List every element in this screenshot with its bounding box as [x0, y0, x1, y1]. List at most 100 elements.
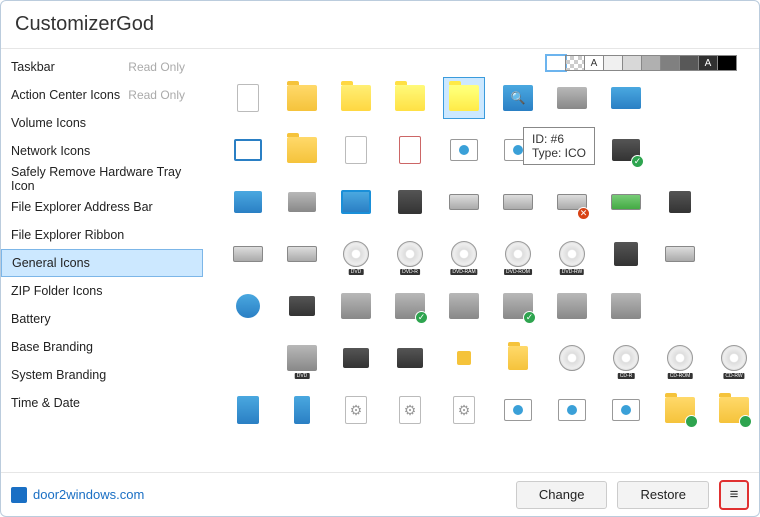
sidebar-item-taskbar[interactable]: TaskbarRead Only: [1, 53, 203, 81]
bg-swatch[interactable]: [717, 55, 737, 71]
folder-empty-icon: [395, 85, 425, 111]
icon-video-file-ok[interactable]: ✓: [605, 129, 647, 171]
icon-cd[interactable]: [551, 337, 593, 379]
icon-blank-doc[interactable]: [227, 77, 269, 119]
icon-clipboard[interactable]: [227, 389, 269, 431]
icon-settings-doc[interactable]: [335, 389, 377, 431]
icon-printer-folder[interactable]: [281, 181, 323, 223]
icon-drive-2[interactable]: [497, 181, 539, 223]
icon-drive-error[interactable]: ✕: [551, 181, 593, 223]
icon-hdd-win[interactable]: [281, 233, 323, 275]
icon-dvd-ram[interactable]: DVD-RAM: [443, 233, 485, 275]
sidebar-item-general-icons[interactable]: General Icons: [1, 249, 203, 277]
icon-printer-3[interactable]: [443, 285, 485, 327]
sidebar-item-label: Volume Icons: [11, 116, 86, 130]
sidebar-item-network-icons[interactable]: Network Icons: [1, 137, 203, 165]
icon-folder-empty[interactable]: [389, 77, 431, 119]
sidebar-item-time-date[interactable]: Time & Date: [1, 389, 203, 417]
bg-swatch[interactable]: [565, 55, 585, 71]
icon-folder-open-alt[interactable]: [443, 77, 485, 119]
icon-dvd-disc[interactable]: DVD: [335, 233, 377, 275]
icon-image-1[interactable]: [497, 389, 539, 431]
bg-swatch[interactable]: [622, 55, 642, 71]
sidebar-item-base-branding[interactable]: Base Branding: [1, 333, 203, 361]
folder-open-icon: [341, 85, 371, 111]
icon-chip[interactable]: [659, 181, 701, 223]
icon-web-folder[interactable]: [659, 389, 701, 431]
sidebar-item-volume-icons[interactable]: Volume Icons: [1, 109, 203, 137]
picture-doc-icon: [450, 139, 478, 161]
sidebar-item-file-explorer-ribbon[interactable]: File Explorer Ribbon: [1, 221, 203, 249]
icon-recycle-full[interactable]: 🗑: [659, 285, 701, 327]
sidebar-item-safely-remove-hardware-tray-icon[interactable]: Safely Remove Hardware Tray Icon: [1, 165, 203, 193]
blue-folder-icon: [611, 87, 641, 109]
sidebar-item-label: Safely Remove Hardware Tray Icon: [11, 165, 193, 193]
icon-network-pc[interactable]: [227, 181, 269, 223]
icon-gray-folder[interactable]: [551, 77, 593, 119]
icon-printer-ok[interactable]: ✓: [389, 285, 431, 327]
bg-swatch[interactable]: [660, 55, 680, 71]
icon-printer-ok-2[interactable]: ✓: [497, 285, 539, 327]
icon-settings-doc-2[interactable]: [389, 389, 431, 431]
bg-swatch[interactable]: [546, 55, 566, 71]
icon-drive-green[interactable]: [605, 181, 647, 223]
icon-image-2[interactable]: [551, 389, 593, 431]
icon-cd-rw[interactable]: CD-RW: [713, 337, 755, 379]
icon-hdd[interactable]: [227, 233, 269, 275]
icon-printer-4[interactable]: [551, 285, 593, 327]
icon-dvd-rw[interactable]: DVD-RW: [551, 233, 593, 275]
icon-globe[interactable]: [227, 285, 269, 327]
gray-folder-icon: [557, 87, 587, 109]
icon-printer[interactable]: [335, 285, 377, 327]
icon-mp3-player[interactable]: [281, 389, 323, 431]
icon-program-window[interactable]: [227, 129, 269, 171]
icon-camcorder[interactable]: [281, 285, 323, 327]
restore-button[interactable]: Restore: [617, 481, 709, 509]
app-window: CustomizerGod TaskbarRead OnlyAction Cen…: [0, 0, 760, 517]
icon-floppy[interactable]: [389, 181, 431, 223]
icon-blue-folder[interactable]: [605, 77, 647, 119]
footer-link[interactable]: door2windows.com: [11, 487, 144, 503]
bg-swatch[interactable]: [679, 55, 699, 71]
change-button[interactable]: Change: [516, 481, 608, 509]
icon-folder-open[interactable]: [335, 77, 377, 119]
icon-row: ✕: [227, 181, 755, 223]
icon-camera[interactable]: [335, 337, 377, 379]
sidebar-item-file-explorer-address-bar[interactable]: File Explorer Address Bar: [1, 193, 203, 221]
icon-printer-5[interactable]: [605, 285, 647, 327]
icon-cd-rom[interactable]: CD-ROM: [659, 337, 701, 379]
icon-grid[interactable]: ID: #6 Type: ICO 🔍✓✕DVDDVD-RDVD-RAMDVD-R…: [203, 71, 759, 472]
icon-search-folder[interactable]: 🔍: [497, 77, 539, 119]
bg-swatch[interactable]: A: [584, 55, 604, 71]
hamburger-icon: ≡: [730, 486, 739, 503]
icon-dvd-rom[interactable]: DVD-ROM: [497, 233, 539, 275]
bg-swatch[interactable]: A: [698, 55, 718, 71]
bg-swatch[interactable]: [641, 55, 661, 71]
icon-dvd-r[interactable]: DVD-R: [389, 233, 431, 275]
icon-drive-alt[interactable]: [659, 233, 701, 275]
icon-cd-r[interactable]: CD-R: [605, 337, 647, 379]
icon-sd-card[interactable]: [497, 337, 539, 379]
icon-lock[interactable]: [443, 337, 485, 379]
sidebar-item-zip-folder-icons[interactable]: ZIP Folder Icons: [1, 277, 203, 305]
sidebar-item-action-center-icons[interactable]: Action Center IconsRead Only: [1, 81, 203, 109]
icon-mail-doc[interactable]: [389, 129, 431, 171]
status-badge: ✓: [631, 155, 644, 168]
icon-text-doc[interactable]: [335, 129, 377, 171]
icon-settings-doc-3[interactable]: [443, 389, 485, 431]
sidebar-item-system-branding[interactable]: System Branding: [1, 361, 203, 389]
icon-yellow-folder-2[interactable]: [281, 129, 323, 171]
icon-web-folder-2[interactable]: [713, 389, 755, 431]
icon-floppy-b[interactable]: [605, 233, 647, 275]
icon-folder-closed[interactable]: [281, 77, 323, 119]
icon-image-3[interactable]: [605, 389, 647, 431]
menu-button[interactable]: ≡: [719, 480, 749, 510]
icon-control-panel[interactable]: [335, 181, 377, 223]
bg-swatch[interactable]: [603, 55, 623, 71]
icon-picture-doc[interactable]: [443, 129, 485, 171]
icon-camera-2[interactable]: [389, 337, 431, 379]
icon-dvd-drive[interactable]: DVD: [281, 337, 323, 379]
icon-recycle-empty[interactable]: 🗑: [227, 337, 269, 379]
icon-drive[interactable]: [443, 181, 485, 223]
sidebar-item-battery[interactable]: Battery: [1, 305, 203, 333]
